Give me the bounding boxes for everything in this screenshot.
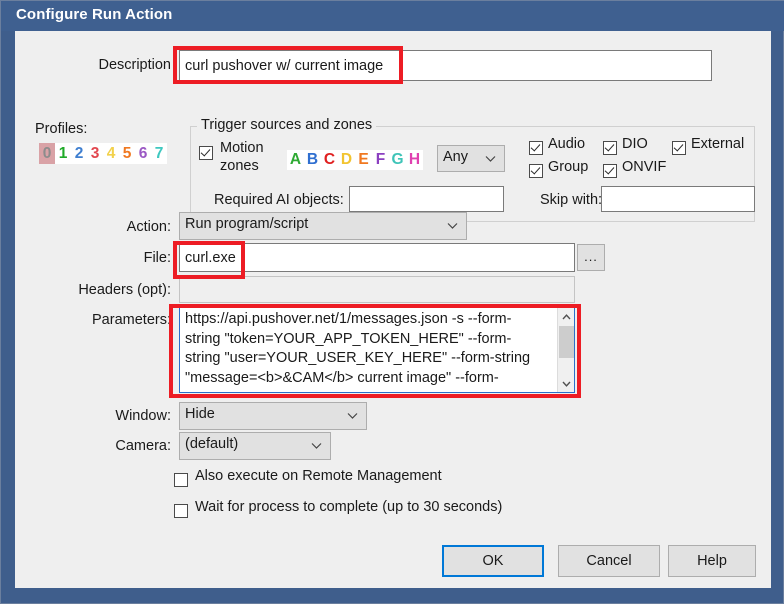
skip-with-label: Skip with: <box>540 192 602 208</box>
dialog-window: Configure Run Action Description Profile… <box>0 0 784 604</box>
zone-selector[interactable]: ABCDEFGH <box>287 150 423 170</box>
cancel-button[interactable]: Cancel <box>558 545 660 577</box>
scroll-down-icon[interactable] <box>558 375 575 392</box>
zone-chip-H[interactable]: H <box>406 150 423 170</box>
required-ai-objects-input[interactable] <box>349 186 504 212</box>
source-group-checkbox[interactable] <box>529 164 543 178</box>
zone-mode-value: Any <box>443 149 468 165</box>
description-label: Description <box>35 57 171 73</box>
action-dropdown[interactable]: Run program/script <box>179 212 467 240</box>
camera-value: (default) <box>185 436 238 452</box>
trigger-sources-group-title: Trigger sources and zones <box>197 117 376 133</box>
window-title: Configure Run Action <box>16 6 172 23</box>
source-external-checkbox[interactable] <box>672 141 686 155</box>
zone-mode-dropdown[interactable]: Any <box>437 145 505 172</box>
remote-management-checkbox[interactable] <box>174 473 188 487</box>
profile-chip-1[interactable]: 1 <box>55 143 71 164</box>
file-label: File: <box>35 250 171 266</box>
chevron-down-icon <box>311 443 322 450</box>
description-input[interactable] <box>179 50 712 81</box>
headers-label: Headers (opt): <box>35 282 171 298</box>
required-ai-objects-label: Required AI objects: <box>214 192 344 208</box>
zone-chip-D[interactable]: D <box>338 150 355 170</box>
zone-chip-A[interactable]: A <box>287 150 304 170</box>
wait-for-process-checkbox[interactable] <box>174 504 188 518</box>
profile-chip-5[interactable]: 5 <box>119 143 135 164</box>
chevron-down-icon <box>347 413 358 420</box>
title-bar: Configure Run Action <box>1 1 784 31</box>
source-audio-label: Audio <box>548 136 585 152</box>
action-value: Run program/script <box>185 216 308 232</box>
wait-for-process-label: Wait for process to complete (up to 30 s… <box>195 499 502 515</box>
chevron-down-icon <box>485 155 496 162</box>
profile-chip-2[interactable]: 2 <box>71 143 87 164</box>
source-external-label: External <box>691 136 744 152</box>
chevron-down-icon <box>447 223 458 230</box>
motion-zones-label-line1: Motion <box>220 140 264 156</box>
zone-chip-E[interactable]: E <box>355 150 372 170</box>
source-group-label: Group <box>548 159 588 175</box>
window-mode-value: Hide <box>185 406 215 422</box>
skip-with-input[interactable] <box>601 186 755 212</box>
window-mode-dropdown[interactable]: Hide <box>179 402 367 430</box>
profile-selector[interactable]: 01234567 <box>39 143 167 164</box>
source-dio-label: DIO <box>622 136 648 152</box>
zone-chip-B[interactable]: B <box>304 150 321 170</box>
profile-chip-7[interactable]: 7 <box>151 143 167 164</box>
headers-input <box>179 276 575 303</box>
window-mode-label: Window: <box>35 408 171 424</box>
scroll-thumb[interactable] <box>559 326 574 358</box>
parameters-textarea[interactable]: https://api.pushover.net/1/messages.json… <box>179 307 575 393</box>
motion-zones-label-line2: zones <box>220 158 259 174</box>
zone-chip-F[interactable]: F <box>372 150 389 170</box>
profiles-label: Profiles: <box>35 121 87 137</box>
parameters-label: Parameters: <box>35 312 171 328</box>
remote-management-label: Also execute on Remote Management <box>195 468 442 484</box>
source-dio-checkbox[interactable] <box>603 141 617 155</box>
help-button[interactable]: Help <box>668 545 756 577</box>
motion-zones-checkbox[interactable] <box>199 146 213 160</box>
source-onvif-label: ONVIF <box>622 159 666 175</box>
file-input[interactable] <box>179 243 575 272</box>
zone-chip-C[interactable]: C <box>321 150 338 170</box>
profile-chip-4[interactable]: 4 <box>103 143 119 164</box>
camera-dropdown[interactable]: (default) <box>179 432 331 460</box>
parameters-scrollbar[interactable] <box>557 308 574 392</box>
action-label: Action: <box>35 219 171 235</box>
profile-chip-0[interactable]: 0 <box>39 143 55 164</box>
profile-chip-3[interactable]: 3 <box>87 143 103 164</box>
scroll-up-icon[interactable] <box>558 308 575 325</box>
source-audio-checkbox[interactable] <box>529 141 543 155</box>
source-onvif-checkbox[interactable] <box>603 164 617 178</box>
ok-button[interactable]: OK <box>442 545 544 577</box>
file-browse-button[interactable]: ... <box>577 244 605 271</box>
profile-chip-6[interactable]: 6 <box>135 143 151 164</box>
dialog-client-area: Description Profiles: 01234567 Trigger s… <box>15 31 771 588</box>
parameters-value: https://api.pushover.net/1/messages.json… <box>185 310 545 388</box>
camera-label: Camera: <box>35 438 171 454</box>
zone-chip-G[interactable]: G <box>389 150 406 170</box>
